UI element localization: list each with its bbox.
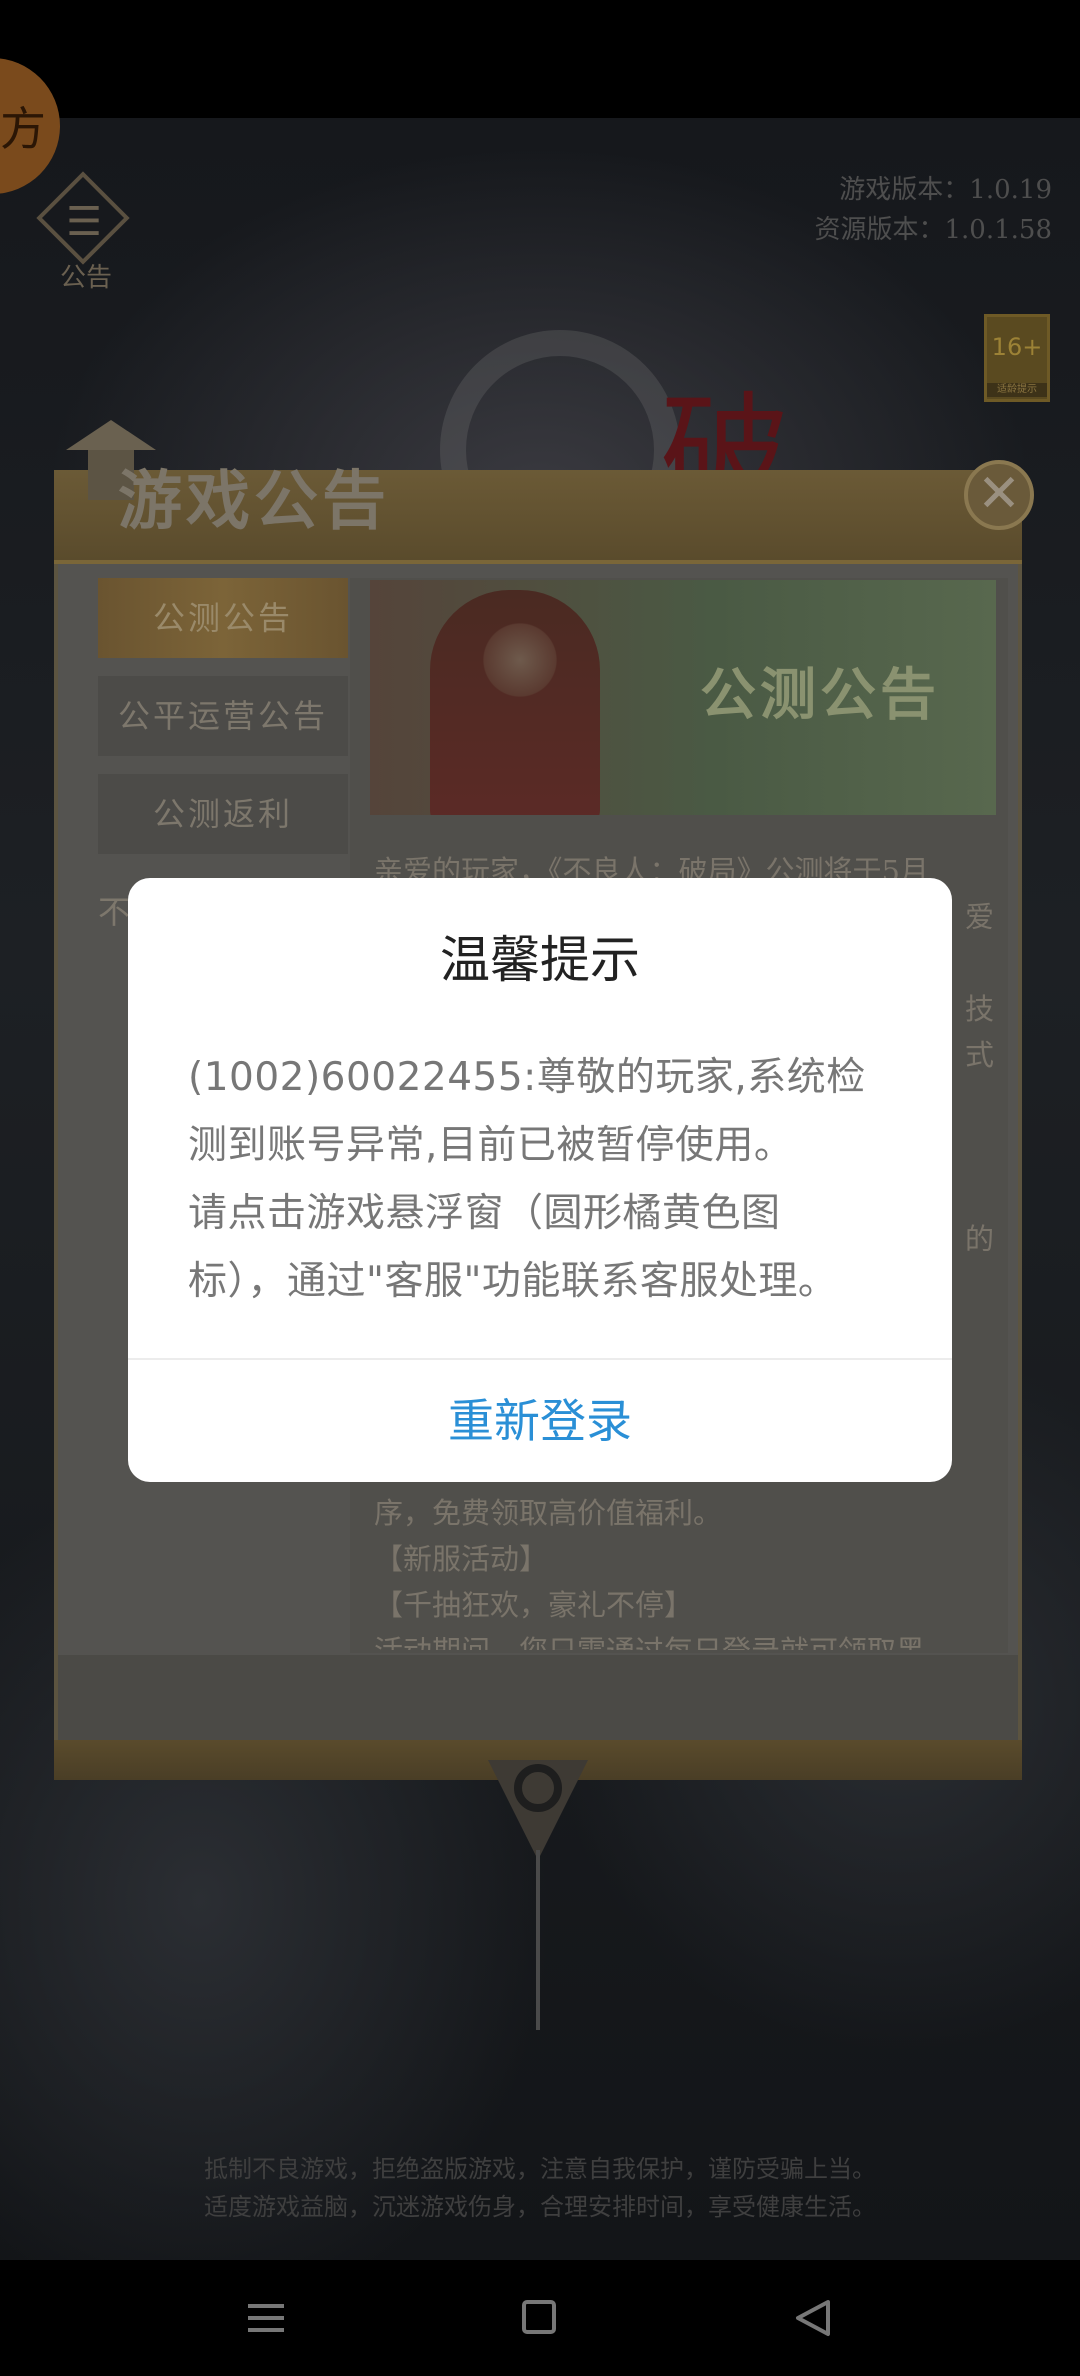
- notice-book-icon: ☰: [66, 199, 102, 245]
- dialog-title: 温馨提示: [440, 932, 640, 988]
- dialog-message-line: 标），通过"客服"功能联系客服处理。: [188, 1259, 838, 1304]
- announcement-article-tail: 序，免费领取高价值福利。 【新服活动】 【千抽狂欢，豪礼不停】 活动期间，您只需…: [374, 1490, 994, 1650]
- article-line: 序，免费领取高价值福利。: [374, 1496, 723, 1530]
- back-icon[interactable]: [774, 2282, 854, 2354]
- dialog-message-line: 请点击游戏悬浮窗（圆形橘黄色图: [188, 1191, 781, 1236]
- health-advisory-line: 适度游戏益脑，沉迷游戏伤身，合理安排时间，享受健康生活。: [204, 2193, 876, 2221]
- article-line: 【新服活动】: [374, 1542, 549, 1576]
- banner-title: 公测公告: [700, 662, 940, 728]
- home-icon[interactable]: [500, 2282, 580, 2354]
- dialog-message: (1002)60022455:尊敬的玩家,系统检 测到账号异常,目前已被暂停使用…: [188, 1044, 904, 1316]
- game-version: 游戏版本：1.0.19: [839, 175, 1052, 205]
- tab-fair-operation[interactable]: 公平运营公告: [98, 676, 348, 756]
- age-rating-badge: 16+ 适龄提示: [984, 314, 1050, 402]
- tab-rebate[interactable]: 公测返利: [98, 774, 348, 854]
- status-bar: [0, 0, 1080, 118]
- navigation-bar: [0, 2260, 1080, 2376]
- announcement-banner: 公测公告: [370, 580, 996, 815]
- article-line: 【千抽狂欢，豪礼不停】: [374, 1588, 694, 1622]
- dialog-message-line: (1002)60022455:尊敬的玩家,系统检: [188, 1055, 866, 1100]
- age-rating-text: 16+: [991, 333, 1043, 361]
- version-info: 游戏版本：1.0.19 资源版本：1.0.1.58: [814, 170, 1052, 250]
- health-advisory-line: 抵制不良游戏，拒绝盗版游戏，注意自我保护，谨防受骗上当。: [204, 2155, 876, 2183]
- tab-public-test[interactable]: 公测公告: [98, 578, 348, 658]
- age-rating-sub: 适龄提示: [987, 383, 1047, 397]
- floating-button-label: 方: [0, 102, 46, 156]
- article-line: 活动期间，您只需通过每日登录就可领取黑: [374, 1628, 994, 1650]
- notice-button[interactable]: ☰ 公告: [36, 171, 136, 295]
- notice-label: 公告: [59, 263, 112, 293]
- dialog-message-line: 测到账号异常,目前已被暂停使用。: [188, 1123, 794, 1168]
- announcement-title: 游戏公告: [118, 464, 390, 539]
- character-illustration: [430, 590, 600, 815]
- pendant-ornament-icon: [488, 1760, 588, 2030]
- close-icon[interactable]: ✕: [964, 460, 1034, 530]
- health-advisory: 抵制不良游戏，拒绝盗版游戏，注意自我保护，谨防受骗上当。 适度游戏益脑，沉迷游戏…: [0, 2150, 1080, 2226]
- menu-icon[interactable]: [226, 2282, 306, 2354]
- relogin-button[interactable]: 重新登录: [128, 1360, 952, 1482]
- warning-dialog: 温馨提示 (1002)60022455:尊敬的玩家,系统检 测到账号异常,目前已…: [128, 878, 952, 1482]
- resource-version: 资源版本：1.0.1.58: [814, 215, 1052, 245]
